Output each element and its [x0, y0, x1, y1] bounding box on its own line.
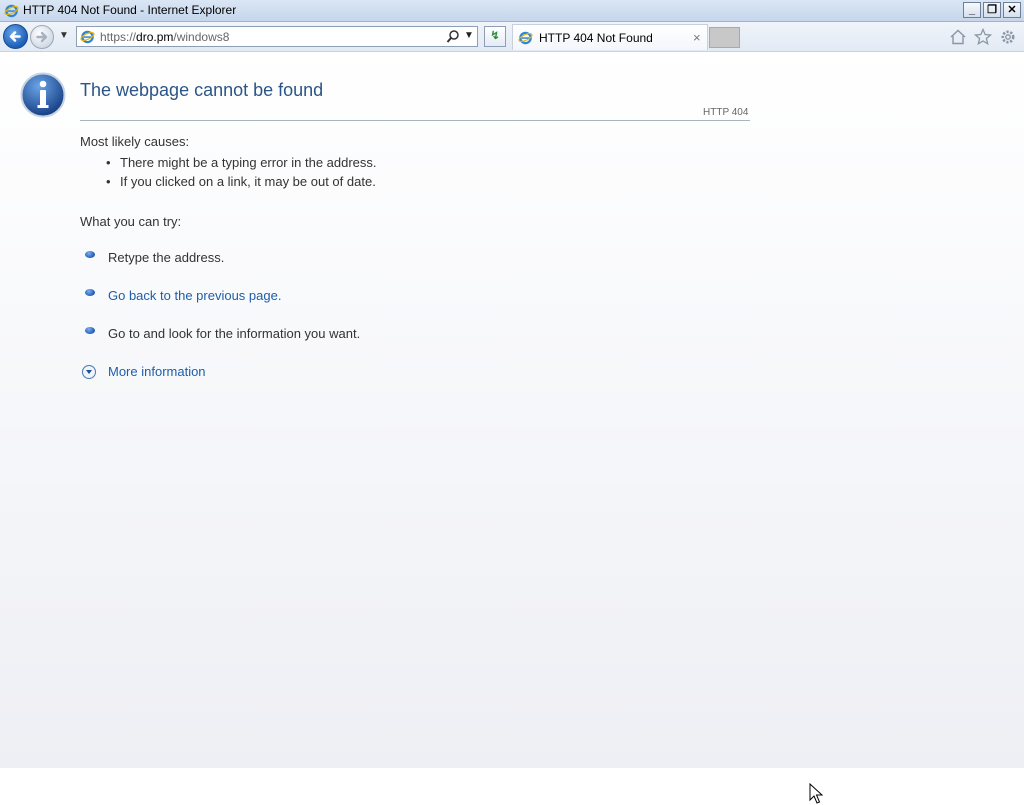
cause-text: If you clicked on a link, it may be out … — [120, 174, 376, 189]
gear-icon[interactable] — [999, 28, 1017, 46]
new-tab-button[interactable] — [709, 27, 740, 48]
address-dropdown-icon[interactable]: ▼ — [464, 30, 474, 41]
retype-address-item: Retype the address. — [108, 250, 225, 265]
bullet-icon — [85, 327, 95, 334]
bullet-icon — [85, 289, 95, 296]
close-window-button[interactable]: ✕ — [1003, 2, 1021, 18]
url-path: /windows8 — [173, 30, 230, 44]
cause-item: • There might be a typing error in the ad… — [106, 155, 377, 170]
causes-heading: Most likely causes: — [80, 134, 190, 149]
window-title: HTTP 404 Not Found - Internet Explorer — [23, 3, 237, 17]
back-button[interactable] — [3, 24, 28, 49]
star-icon[interactable] — [974, 28, 992, 46]
error-page: The webpage cannot be found HTTP 404 Mos… — [0, 52, 1024, 804]
mouse-pointer-icon — [809, 783, 823, 804]
ie-logo-icon — [80, 30, 95, 44]
info-icon — [20, 72, 66, 118]
search-icon[interactable] — [446, 29, 460, 44]
expand-chevron-icon[interactable] — [82, 365, 96, 379]
cause-text: There might be a typing error in the add… — [120, 155, 377, 170]
ie-logo-icon — [518, 31, 533, 45]
title-bar: HTTP 404 Not Found - Internet Explorer _… — [0, 0, 1024, 22]
restore-button[interactable]: ❐ — [983, 2, 1001, 18]
tab-active[interactable]: HTTP 404 Not Found × — [512, 24, 708, 50]
forward-button[interactable] — [30, 25, 54, 49]
divider — [80, 120, 750, 121]
tab-close-icon[interactable]: × — [693, 30, 701, 45]
history-dropdown-icon[interactable]: ▼ — [59, 30, 69, 41]
compatibility-view-button[interactable]: ↯ — [484, 26, 506, 47]
more-information-link[interactable]: More information — [108, 364, 206, 379]
address-bar[interactable]: https://dro.pm/windows8 ▼ — [76, 26, 478, 47]
cause-item: • If you clicked on a link, it may be out… — [106, 174, 376, 189]
url-domain: dro.pm — [136, 30, 174, 44]
back-arrow-icon — [9, 31, 21, 42]
url-text[interactable]: https://dro.pm/windows8 — [100, 30, 229, 44]
tab-label: HTTP 404 Not Found — [539, 31, 653, 45]
url-prefix: https:// — [100, 30, 137, 44]
forward-arrow-icon — [36, 31, 48, 43]
navigation-bar: ▼ https://dro.pm/windows8 ▼ ↯ HTTP 404 N… — [0, 22, 1024, 52]
page-title: The webpage cannot be found — [80, 80, 324, 100]
go-to-site-item: Go to and look for the information you w… — [108, 326, 361, 341]
home-icon[interactable] — [949, 28, 967, 46]
try-heading: What you can try: — [80, 214, 182, 229]
bullet-icon — [85, 251, 95, 258]
go-back-link[interactable]: Go back to the previous page. — [108, 288, 281, 303]
http-status-code: HTTP 404 — [703, 107, 749, 118]
ie-logo-icon — [4, 4, 19, 18]
minimize-button[interactable]: _ — [963, 2, 981, 18]
